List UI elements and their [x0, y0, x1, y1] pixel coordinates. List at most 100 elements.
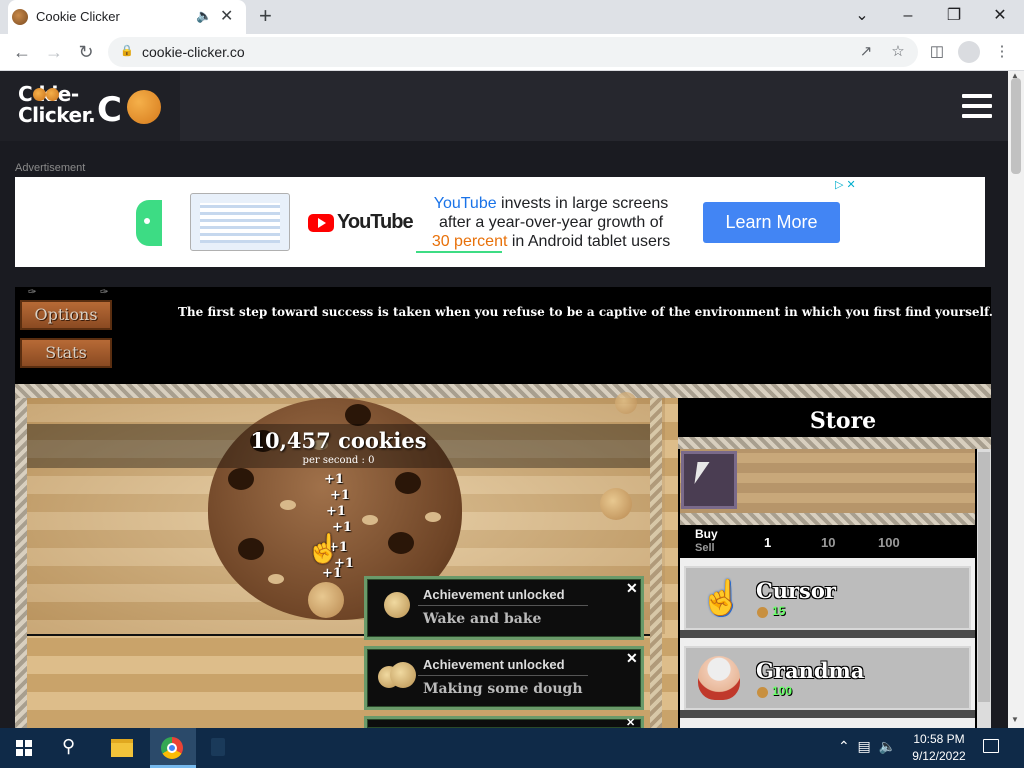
- ad-copy-highlight: 30 percent: [431, 233, 508, 250]
- plus-one-popup: +1: [326, 504, 346, 519]
- news-ticker: The first step toward success is taken w…: [178, 305, 993, 319]
- cookie-nut: [425, 512, 441, 522]
- minimize-button[interactable]: –: [886, 4, 930, 28]
- forward-button[interactable]: →: [42, 40, 66, 64]
- building-shelf: [680, 710, 975, 718]
- stats-button[interactable]: Stats: [20, 338, 112, 368]
- quantity-100-button[interactable]: 100: [878, 535, 900, 550]
- hamburger-menu-icon[interactable]: [962, 94, 992, 118]
- taskbar-clock-time[interactable]: 10:58 PM: [900, 732, 978, 746]
- sell-toggle[interactable]: Sell: [695, 542, 715, 554]
- cookie-chip: [388, 532, 414, 554]
- ad-label: Advertisement: [15, 162, 86, 174]
- achievement-name: Wake and bake: [423, 611, 542, 627]
- ad-copy-line3: in Android tablet users: [507, 233, 671, 250]
- hand-pointer-cursor-icon: ☝: [306, 533, 341, 564]
- cookies-per-second: per second : 0: [302, 455, 375, 466]
- ad-copy-line1: invests in large screens: [496, 195, 669, 212]
- cookie-nut: [268, 574, 284, 584]
- close-icon[interactable]: ✕: [626, 650, 638, 667]
- windows-start-icon[interactable]: [16, 740, 32, 756]
- notification-center-icon[interactable]: [983, 739, 999, 753]
- close-tab-icon[interactable]: ✕: [220, 6, 233, 26]
- speaker-icon[interactable]: 🔈: [196, 8, 212, 24]
- close-window-button[interactable]: ✕: [978, 4, 1022, 28]
- rope-divider: [15, 384, 991, 398]
- page-scroll-thumb[interactable]: [1011, 78, 1021, 174]
- achievement-cookie-icon: [390, 662, 416, 688]
- cookie-coin-icon: [757, 687, 768, 698]
- bookmark-star-icon[interactable]: ☆: [887, 41, 909, 63]
- achievement-notification[interactable]: [364, 716, 644, 728]
- share-icon[interactable]: ↗: [855, 41, 877, 63]
- close-icon[interactable]: ✕: [626, 580, 638, 597]
- plus-one-popup: +1: [330, 488, 350, 503]
- quantity-10-button[interactable]: 10: [821, 535, 835, 550]
- options-button[interactable]: Options: [20, 300, 112, 330]
- falling-cookie-icon: [600, 488, 632, 520]
- taskbar-clock-date[interactable]: 9/12/2022: [900, 749, 978, 763]
- grandma-icon: [698, 656, 740, 700]
- lock-app-icon[interactable]: [211, 738, 225, 756]
- falling-cookie-icon: [308, 582, 344, 618]
- rope-divider-left: [15, 398, 27, 728]
- ad-underline: [416, 251, 502, 253]
- store-title: Store: [809, 408, 877, 434]
- android-eye-icon: [144, 218, 150, 224]
- cookie-nut: [280, 500, 296, 510]
- rope-divider-store-lower: [680, 513, 975, 525]
- cookie-coin-icon: [757, 607, 768, 618]
- achievement-title: Achievement unlocked: [423, 587, 565, 602]
- cookie-favicon-icon: [12, 9, 28, 25]
- scroll-down-arrow-icon[interactable]: ▼: [1011, 715, 1019, 724]
- achievement-cookie-icon: [384, 592, 410, 618]
- profile-avatar-icon[interactable]: [958, 41, 980, 63]
- restore-button[interactable]: ❐: [932, 4, 976, 28]
- building-name: Cursor: [756, 578, 836, 603]
- achievement-divider: [418, 675, 588, 676]
- side-panel-icon[interactable]: ◫: [926, 41, 948, 63]
- lock-icon[interactable]: 🔒: [120, 44, 134, 57]
- reload-button[interactable]: ↻: [74, 40, 98, 64]
- upgrade-slot[interactable]: [681, 451, 737, 509]
- tab-search-icon[interactable]: ⌄: [840, 4, 884, 28]
- logo-cookie-icon: [127, 90, 161, 124]
- building-price: 15: [772, 604, 786, 618]
- building-shelf: [680, 630, 975, 638]
- back-button[interactable]: ←: [10, 40, 34, 64]
- ad-choices-icon[interactable]: ▷ ✕: [835, 178, 856, 191]
- logo-co-letter: C: [97, 90, 122, 130]
- store-scroll-thumb[interactable]: [978, 452, 990, 702]
- menu-dots-icon[interactable]: ⋮: [991, 41, 1013, 63]
- ad-copy-line2: after a year-over-year growth of: [438, 214, 664, 231]
- file-explorer-icon[interactable]: [111, 739, 133, 757]
- logo-cookie-o2-icon: [46, 88, 59, 101]
- cookie-chip: [345, 404, 371, 426]
- logo-cookie-o1-icon: [33, 88, 46, 101]
- cursor-hand-icon: ☝: [700, 579, 743, 617]
- rope-divider-middle: [650, 398, 662, 728]
- url-text[interactable]: cookie-clicker.co: [142, 44, 245, 60]
- cookie-chip: [395, 472, 421, 494]
- search-icon[interactable]: ⚲: [62, 736, 75, 757]
- cookie-nut: [362, 515, 378, 525]
- cookie-count: 10,457 cookies: [250, 428, 427, 453]
- buy-toggle[interactable]: Buy: [695, 527, 718, 541]
- learn-more-button[interactable]: Learn More: [703, 202, 840, 243]
- youtube-wordmark: YouTube: [337, 211, 414, 233]
- system-tray-icons[interactable]: ⌃ ▤ 🔈: [838, 738, 896, 755]
- laptop-code-screen: [200, 203, 280, 243]
- cookie-chip: [228, 468, 254, 490]
- sign-chain-icon: ✑: [28, 287, 37, 298]
- quantity-1-button[interactable]: 1: [764, 535, 771, 550]
- youtube-play-icon: [318, 218, 326, 228]
- ad-copy-brand: YouTube: [433, 195, 497, 212]
- rope-divider-store: [678, 437, 991, 449]
- building-price: 100: [772, 684, 793, 698]
- new-tab-button[interactable]: +: [259, 4, 272, 28]
- achievement-name: Making some dough: [423, 681, 583, 697]
- chrome-icon-center: [167, 743, 177, 753]
- achievement-divider: [418, 605, 588, 606]
- tab-title: Cookie Clicker: [36, 9, 120, 24]
- falling-cookie-icon: [615, 392, 637, 414]
